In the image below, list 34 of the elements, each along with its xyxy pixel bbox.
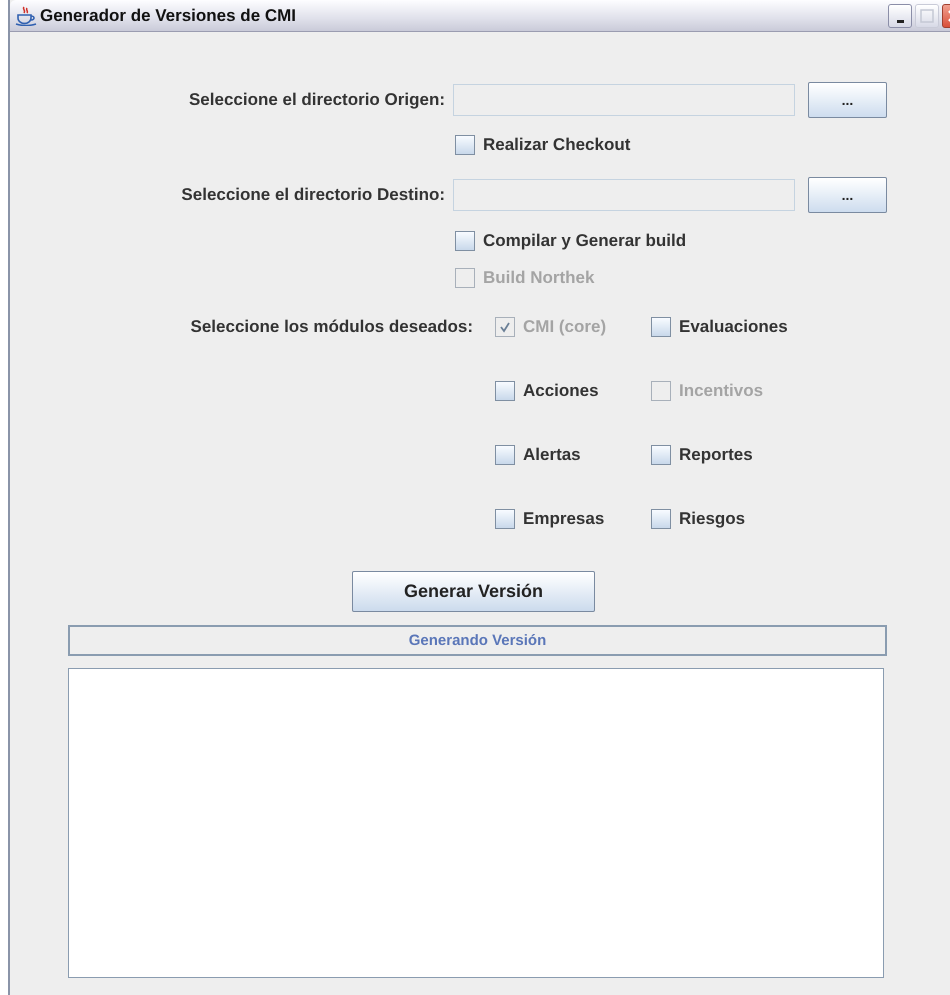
checkbox-label: Evaluaciones <box>679 317 788 337</box>
checkbox[interactable] <box>455 231 475 251</box>
checkbox-label: CMI (core) <box>523 317 606 337</box>
browse-button[interactable]: ... <box>808 177 887 213</box>
checkbox[interactable] <box>495 509 515 529</box>
modules-label: Seleccione los módulos deseados: <box>190 316 473 338</box>
maximize-icon <box>920 8 934 22</box>
coffee-cup-icon <box>15 6 37 26</box>
checkbox-label: Riesgos <box>679 509 746 529</box>
checkbox[interactable] <box>651 509 671 529</box>
directory-field[interactable] <box>453 84 795 116</box>
checkbox-label: Acciones <box>523 381 599 401</box>
directory-field[interactable] <box>453 179 795 211</box>
checkbox[interactable] <box>651 317 671 337</box>
check-icon <box>499 321 511 333</box>
generate-button[interactable]: Generar Versión <box>352 571 595 612</box>
checkbox-label: Reportes <box>679 445 753 465</box>
browse-button[interactable]: ... <box>808 82 887 118</box>
checkbox[interactable] <box>495 381 515 401</box>
minimize-button[interactable] <box>888 4 912 28</box>
checkbox-label: Incentivos <box>679 381 764 401</box>
progress-text: Generando Versión <box>408 632 546 649</box>
checkbox-label: Alertas <box>523 445 581 465</box>
checkbox[interactable] <box>495 445 515 465</box>
checkbox-label: Empresas <box>523 509 604 529</box>
checkbox-label: Compilar y Generar build <box>483 231 686 251</box>
window-title: Generador de Versiones de CMI <box>40 6 296 26</box>
field-label: Seleccione el directorio Destino: <box>180 185 445 205</box>
field-label: Seleccione el directorio Origen: <box>188 90 445 110</box>
checkbox-label: Build Northek <box>483 268 594 288</box>
checkbox-label: Realizar Checkout <box>483 135 630 155</box>
checkbox[interactable] <box>651 445 671 465</box>
minimize-icon <box>896 20 904 22</box>
checkbox[interactable] <box>455 135 475 155</box>
